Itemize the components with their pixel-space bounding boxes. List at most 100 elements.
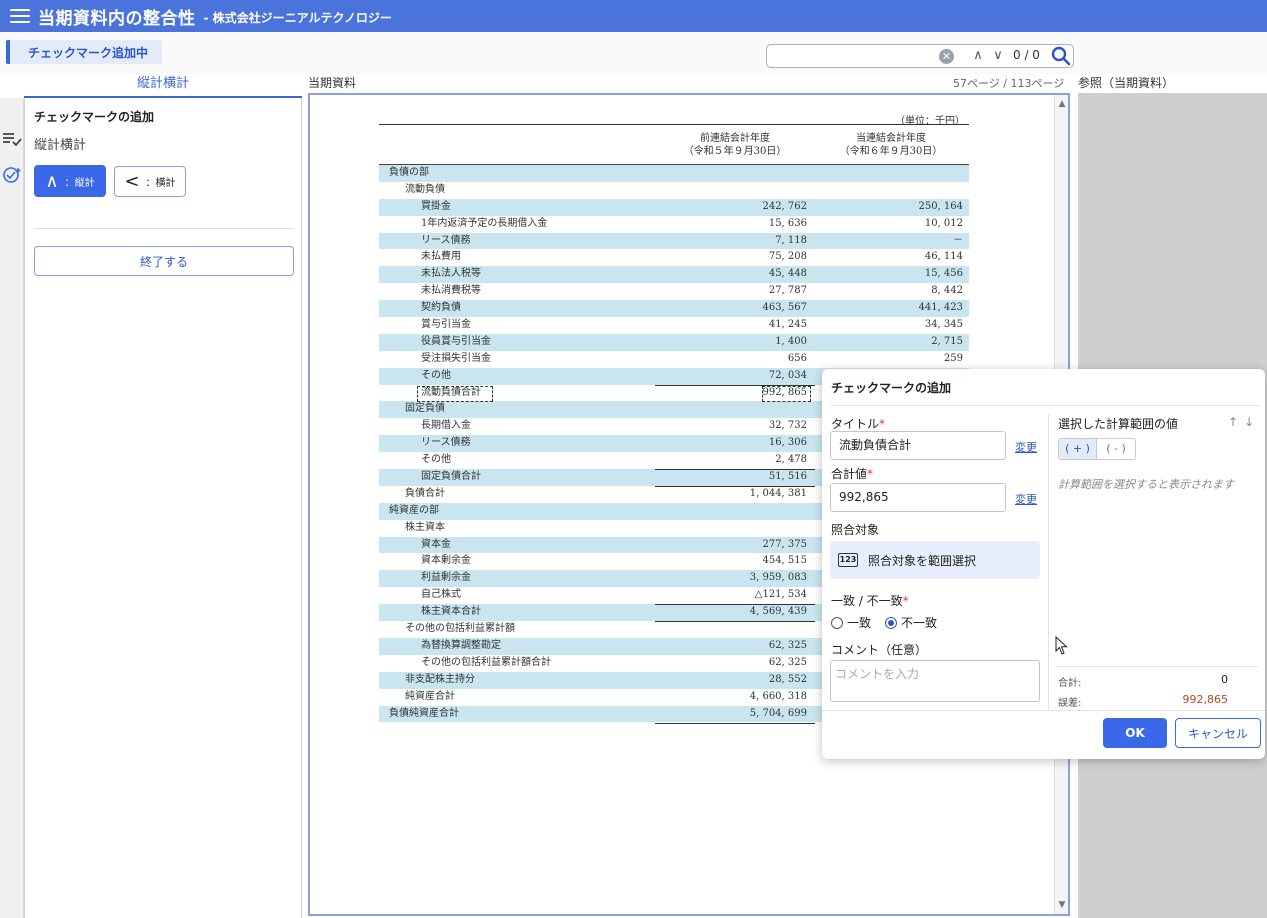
select-target-range-button[interactable]: 123 照合対象を範囲選択 — [830, 541, 1040, 579]
table-row[interactable]: 未払費用 75, 208 46, 114 — [379, 249, 969, 266]
left-panel: チェックマークの追加 縦計横計 ∧ ：縦計 < ：横計 終了する — [24, 98, 302, 918]
row-label: 純資産合計 — [405, 690, 455, 702]
row-label: その他 — [421, 369, 451, 381]
row-label: 役員賞与引当金 — [421, 335, 491, 347]
prev-year-value[interactable]: 4, 569, 439 — [750, 604, 807, 621]
minus-toggle[interactable]: ( - ) — [1097, 439, 1135, 459]
prev-year-value[interactable]: 16, 306 — [769, 435, 807, 452]
current-year-value[interactable]: 10, 012 — [925, 216, 963, 233]
table-row[interactable]: 負債の部 — [379, 165, 969, 182]
title-label: タイトル* — [831, 417, 886, 431]
chevron-down-icon[interactable]: ∨ — [989, 46, 1007, 66]
current-year-value[interactable]: 441, 423 — [918, 300, 963, 317]
prev-year-value[interactable]: 15, 636 — [769, 216, 807, 233]
arrow-up-icon[interactable]: ↑ — [1228, 415, 1238, 429]
list-check-icon[interactable] — [0, 128, 24, 150]
row-label: リース債務 — [421, 234, 471, 246]
chevron-up-icon[interactable]: ∧ — [969, 46, 987, 66]
prev-year-value[interactable]: 45, 448 — [769, 266, 807, 283]
current-year-value[interactable]: 2, 715 — [931, 334, 963, 351]
clear-icon[interactable]: ✕ — [939, 49, 954, 64]
prev-year-value[interactable]: 454, 515 — [762, 553, 807, 570]
menu-icon[interactable] — [10, 9, 30, 23]
add-check-icon[interactable] — [0, 164, 24, 186]
table-row[interactable]: 受注損失引当金 656 259 — [379, 351, 969, 368]
prev-year-value[interactable]: △121, 534 — [755, 587, 807, 604]
plus-toggle[interactable]: ( + ) — [1059, 439, 1097, 459]
prev-year-value[interactable]: 463, 567 — [762, 300, 807, 317]
table-row[interactable]: 未払法人税等 45, 448 15, 456 — [379, 266, 969, 284]
vertical-sum-button[interactable]: ∧ ：縦計 — [34, 165, 106, 197]
total-label-text: 合計値 — [831, 467, 868, 481]
prev-year-value[interactable]: 32, 732 — [769, 418, 807, 435]
prev-year-value[interactable]: 41, 245 — [769, 317, 807, 334]
row-label: 未払法人税等 — [421, 268, 481, 280]
subtotal-rule — [655, 469, 815, 471]
prev-year-value[interactable]: 656 — [788, 351, 807, 368]
table-row[interactable]: 賞与引当金 41, 245 34, 345 — [379, 317, 969, 334]
change-title-link[interactable]: 変更 — [1015, 439, 1037, 455]
table-row[interactable]: 役員賞与引当金 1, 400 2, 715 — [379, 333, 969, 351]
prev-year-value[interactable]: 62, 325 — [769, 638, 807, 655]
row-label: その他の包括利益累計額 — [405, 623, 515, 635]
prev-year-value[interactable]: 7, 118 — [775, 233, 807, 250]
column-header-prev: 前連結会計年度 （令和５年９月30日） — [655, 132, 815, 158]
change-total-link[interactable]: 変更 — [1015, 491, 1037, 507]
prev-year-value[interactable]: 2, 478 — [775, 452, 807, 469]
search-icon[interactable] — [1050, 46, 1072, 66]
match-radio[interactable] — [831, 616, 843, 629]
prev-year-value[interactable]: 28, 552 — [769, 672, 807, 689]
current-year-value[interactable]: 8, 442 — [931, 283, 963, 300]
comment-field[interactable]: コメントを入力 — [830, 660, 1040, 702]
row-label: 未払費用 — [421, 251, 461, 263]
scroll-down-icon[interactable]: ▼ — [1057, 900, 1067, 910]
prev-year-value[interactable]: 3, 959, 083 — [750, 570, 807, 587]
prev-year-value[interactable]: 4, 660, 318 — [750, 689, 807, 706]
current-year-value[interactable]: 34, 345 — [925, 317, 963, 334]
total-field[interactable]: 992,865 — [830, 483, 1006, 512]
prev-year-value[interactable]: 242, 762 — [762, 199, 807, 216]
arrow-down-icon[interactable]: ↓ — [1244, 415, 1254, 429]
table-row[interactable]: 流動負債 — [379, 182, 969, 199]
row-label: 受注損失引当金 — [421, 352, 491, 364]
tab-vertical-horizontal[interactable]: 縦計横計 — [24, 74, 302, 98]
prev-year-value[interactable]: 62, 325 — [769, 655, 807, 672]
title-field[interactable]: 流動負債合計 — [830, 431, 1006, 460]
prev-year-value[interactable]: 1, 044, 381 — [750, 486, 807, 503]
table-row[interactable]: リース債務 7, 118 － — [379, 232, 969, 250]
table-row[interactable]: 未払消費税等 27, 787 8, 442 — [379, 283, 969, 300]
prev-year-value[interactable]: 5, 704, 699 — [750, 706, 807, 723]
current-year-value[interactable]: 15, 456 — [925, 266, 963, 283]
match-radio-group: 一致 不一致 — [831, 614, 937, 631]
scroll-up-icon[interactable]: ▲ — [1057, 99, 1067, 109]
selected-value-box — [762, 385, 811, 402]
prev-year-value[interactable]: 1, 400 — [775, 334, 807, 351]
horizontal-sum-button[interactable]: < ：横計 — [114, 166, 186, 197]
prev-year-value[interactable]: 51, 516 — [769, 469, 807, 486]
prev-year-value[interactable]: 75, 208 — [769, 249, 807, 266]
prev-year-value[interactable]: 72, 034 — [769, 368, 807, 385]
ok-button[interactable]: OK — [1103, 718, 1167, 748]
row-label: 負債の部 — [389, 167, 429, 178]
cancel-button[interactable]: キャンセル — [1175, 718, 1261, 748]
divider — [34, 228, 294, 229]
table-row[interactable]: 買掛金 242, 762 250, 164 — [379, 198, 969, 216]
row-label: その他の包括利益累計額合計 — [421, 656, 551, 668]
mismatch-radio[interactable] — [885, 616, 898, 629]
prev-year-value[interactable]: 277, 375 — [762, 537, 807, 554]
current-year-value[interactable]: 259 — [944, 351, 963, 368]
mismatch-option: 不一致 — [901, 616, 938, 630]
row-label: 未払消費税等 — [421, 285, 481, 297]
current-year-value[interactable]: 46, 114 — [925, 249, 963, 266]
table-row[interactable]: 1年内返済予定の長期借入金 15, 636 10, 012 — [379, 216, 969, 233]
current-year-value[interactable]: － — [953, 233, 963, 250]
match-label: 一致 / 不一致* — [831, 594, 909, 608]
end-button[interactable]: 終了する — [34, 246, 294, 276]
error-value: 992,865 — [1182, 693, 1229, 706]
divider — [1056, 666, 1258, 667]
current-year-value[interactable]: 250, 164 — [918, 199, 963, 216]
prev-year-value[interactable]: 27, 787 — [769, 283, 807, 300]
search-input[interactable]: ✕ ∧ ∨ 0 / 0 — [766, 44, 1074, 68]
row-label: 株主資本合計 — [421, 606, 481, 618]
table-row[interactable]: 契約負債 463, 567 441, 423 — [379, 300, 969, 318]
